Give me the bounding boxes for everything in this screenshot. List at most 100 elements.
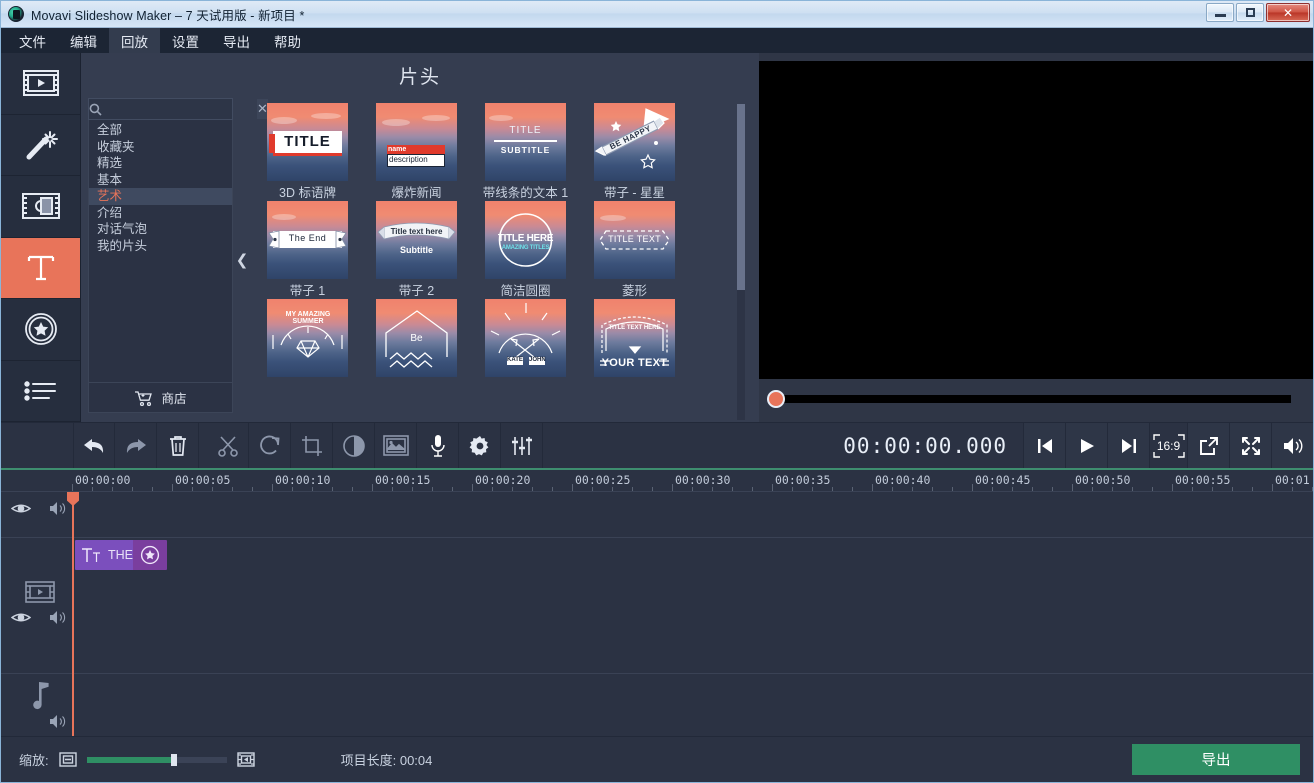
clip-properties-button[interactable] [459, 423, 501, 468]
aspect-ratio-button[interactable]: 16:9 [1149, 423, 1187, 468]
undo-button[interactable] [73, 423, 115, 468]
ruler-tick [832, 487, 833, 491]
sidebar-item-stickers[interactable] [1, 299, 80, 361]
ruler-tick [452, 487, 453, 491]
sidebar-item-transitions[interactable] [1, 176, 80, 238]
title-tile[interactable]: Be [362, 299, 471, 382]
category-item-speech-bubbles[interactable]: 对话气泡 [89, 221, 232, 238]
ruler-tick [572, 484, 573, 491]
title-tile[interactable]: TITLE TEXT 菱形 [580, 201, 689, 299]
video-track-body[interactable]: THE [73, 538, 1313, 673]
store-button[interactable]: 商店 [88, 383, 233, 413]
rotate-button[interactable] [249, 423, 291, 468]
title-clip[interactable]: THE [75, 540, 167, 570]
detach-preview-button[interactable] [1187, 423, 1229, 468]
audio-track-body[interactable] [73, 674, 1313, 736]
zoom-slider-knob[interactable] [170, 753, 177, 766]
menu-file[interactable]: 文件 [7, 28, 58, 53]
library-scrollbar[interactable] [737, 104, 745, 420]
fullscreen-button[interactable] [1229, 423, 1271, 468]
library-scrollbar-thumb[interactable] [737, 104, 745, 290]
ruler-tick [1252, 487, 1253, 491]
title-tile[interactable]: The End 带子 1 [253, 201, 362, 299]
menu-edit[interactable]: 编辑 [58, 28, 109, 53]
ruler-tick [812, 487, 813, 491]
category-item-favorites[interactable]: 收藏夹 [89, 139, 232, 156]
upper-region: 片头 ✕ 全部 收藏夹 精选 基本 艺术 介绍 对话气泡 我的片头 商店 ❮ T… [1, 53, 1313, 422]
title-tile[interactable]: TITLE SUBTITLE 带线条的文本 1 [471, 103, 580, 201]
seek-handle[interactable] [767, 390, 785, 408]
ruler-tick [592, 487, 593, 491]
title-tile[interactable]: name description 爆炸新闻 [362, 103, 471, 201]
eye-icon[interactable] [11, 502, 31, 515]
collapse-panel-button[interactable]: ❮ [233, 98, 251, 422]
volume-button[interactable] [1271, 423, 1313, 468]
zoom-slider[interactable] [86, 753, 227, 766]
split-button[interactable] [207, 423, 249, 468]
category-column: ✕ 全部 收藏夹 精选 基本 艺术 介绍 对话气泡 我的片头 商店 [88, 98, 268, 413]
category-item-basic[interactable]: 基本 [89, 172, 232, 189]
title-track-body[interactable] [73, 492, 1313, 537]
title-tile[interactable]: BE HAPPY 带子 - 星星 [580, 103, 689, 201]
delete-button[interactable] [157, 423, 199, 468]
seek-bar[interactable] [767, 390, 1291, 408]
speaker-icon[interactable] [49, 714, 67, 729]
menu-settings[interactable]: 设置 [160, 28, 211, 53]
menu-export[interactable]: 导出 [211, 28, 262, 53]
playhead[interactable] [67, 492, 79, 736]
title-tile[interactable]: TITLE 3D 标语牌 [253, 103, 362, 201]
title-tile[interactable]: TITLE HERE AMAZING TITLES 简洁圆圈 [471, 201, 580, 299]
clip-main[interactable]: THE [75, 540, 133, 570]
clip-sticker-badge[interactable] [133, 540, 167, 570]
sidebar-item-filters[interactable] [1, 115, 80, 176]
search-box[interactable]: ✕ [88, 98, 268, 120]
eye-icon[interactable] [11, 611, 31, 624]
ruler-tick [152, 487, 153, 491]
sidebar-item-more[interactable] [1, 361, 80, 422]
minimize-icon [1214, 14, 1226, 17]
color-adjust-button[interactable] [333, 423, 375, 468]
title-tile[interactable]: Title text here Subtitle 带子 2 [362, 201, 471, 299]
title-thumbnail: MY AMAZING SUMMER [267, 299, 348, 377]
minimize-button[interactable] [1206, 3, 1234, 22]
category-item-intro[interactable]: 介绍 [89, 205, 232, 222]
category-item-artistic[interactable]: 艺术 [89, 188, 232, 205]
title-tile[interactable]: KATE JOHN [471, 299, 580, 382]
speaker-icon[interactable] [49, 501, 67, 516]
category-item-my-titles[interactable]: 我的片头 [89, 238, 232, 255]
play-button[interactable] [1065, 423, 1107, 468]
menu-playback[interactable]: 回放 [109, 28, 160, 53]
external-window-icon [1199, 436, 1219, 456]
ruler-tick [1032, 487, 1033, 491]
ruler-tick [212, 487, 213, 491]
close-button[interactable]: ✕ [1266, 3, 1310, 22]
crop-button[interactable] [291, 423, 333, 468]
bottom-bar: 缩放: 项目长度: 00:04 导出 [1, 736, 1313, 782]
speaker-icon[interactable] [49, 610, 67, 625]
category-item-featured[interactable]: 精选 [89, 155, 232, 172]
maximize-button[interactable] [1236, 3, 1264, 22]
zoom-out-frame-icon[interactable] [58, 752, 77, 767]
zoom-in-frame-icon[interactable] [236, 752, 255, 767]
category-item-all[interactable]: 全部 [89, 122, 232, 139]
ruler-tick [1172, 484, 1173, 491]
export-button[interactable]: 导出 [1132, 744, 1300, 775]
menu-help[interactable]: 帮助 [262, 28, 313, 53]
record-audio-button[interactable] [417, 423, 459, 468]
sidebar-item-import[interactable] [1, 53, 80, 115]
prev-frame-button[interactable] [1023, 423, 1065, 468]
ruler-tick [1212, 487, 1213, 491]
sidebar-item-titles[interactable] [1, 237, 80, 299]
audio-equalizer-button[interactable] [501, 423, 543, 468]
skip-next-icon [1120, 437, 1138, 455]
ruler-tick [492, 487, 493, 491]
redo-button[interactable] [115, 423, 157, 468]
title-tile[interactable]: TITLE TEXT HERE YOUR TEXT [580, 299, 689, 382]
title-tile[interactable]: MY AMAZING SUMMER [253, 299, 362, 382]
title-tile-label: 带线条的文本 1 [482, 186, 569, 200]
search-icon [89, 103, 102, 116]
preview-screen[interactable] [759, 61, 1313, 379]
pan-zoom-button[interactable] [375, 423, 417, 468]
next-frame-button[interactable] [1107, 423, 1149, 468]
timeline-ruler[interactable]: 00:00:00 00:00:05 00:00:10 00:00:15 00:0… [1, 470, 1313, 492]
